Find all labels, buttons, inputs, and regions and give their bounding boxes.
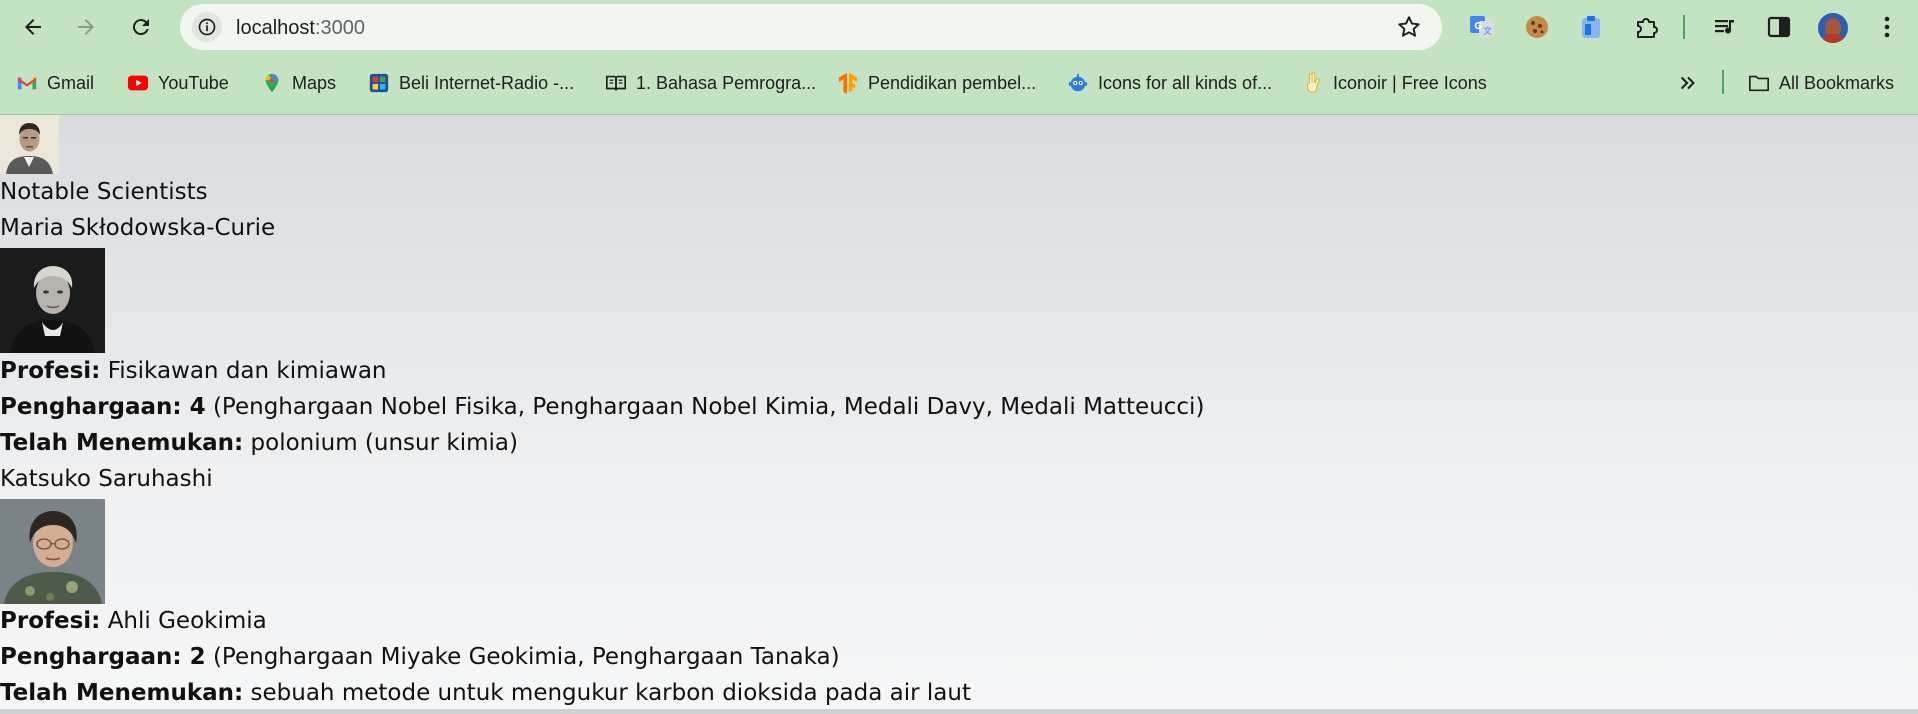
arrow-left-icon xyxy=(25,19,41,35)
address-bar[interactable]: localhost:3000 xyxy=(180,4,1442,50)
url-host: localhost xyxy=(236,17,315,39)
reload-icon xyxy=(132,19,149,36)
discovery-value: sebuah metode untuk mengukur karbon diok… xyxy=(250,680,971,706)
google-translate-icon[interactable]: G文 xyxy=(1467,12,1497,42)
profession-value: Fisikawan dan kimiawan xyxy=(107,358,387,384)
bookmark-icons-all-kinds[interactable]: Icons for all kinds of... xyxy=(1067,66,1272,100)
profession-label: Profesi: xyxy=(0,358,101,384)
awards-value: (Penghargaan Miyake Geokimia, Penghargaa… xyxy=(212,644,840,670)
bookmark-label: Beli Internet-Radio -... xyxy=(399,72,575,93)
bookmark-star-icon[interactable] xyxy=(1396,14,1422,40)
discovery-label: Telah Menemukan: xyxy=(0,430,244,456)
profession-value: Ahli Geokimia xyxy=(107,608,267,634)
gmail-icon xyxy=(17,77,37,90)
awards-label: Penghargaan: 2 xyxy=(0,644,206,670)
profession-label: Profesi: xyxy=(0,608,101,634)
peace-hand-icon xyxy=(1306,72,1320,93)
bookmark-iconoir[interactable]: Iconoir | Free Icons xyxy=(1302,66,1487,100)
discovery-row: Telah Menemukan: sebuah metode untuk men… xyxy=(0,680,971,706)
url-port: :3000 xyxy=(314,17,365,39)
robot-icon xyxy=(1068,73,1088,92)
all-bookmarks-label: All Bookmarks xyxy=(1779,72,1895,93)
extensions-puzzle-icon[interactable] xyxy=(1631,12,1661,42)
profession-row: Profesi: Fisikawan dan kimiawan xyxy=(0,358,387,384)
youtube-icon xyxy=(127,75,149,91)
bookmark-maps[interactable]: Maps xyxy=(261,66,336,100)
bookmark-label: 1. Bahasa Pemrogra... xyxy=(636,72,817,93)
double-chevron-right-icon xyxy=(1680,76,1695,90)
url-text[interactable]: localhost:3000 xyxy=(236,17,365,40)
header-avatar-photo xyxy=(0,115,59,174)
bookmark-bahasa-pemrograman[interactable]: 1. Bahasa Pemrogra... xyxy=(605,66,816,100)
back-button[interactable] xyxy=(13,7,53,47)
bookmark-label: Iconoir | Free Icons xyxy=(1333,72,1487,93)
page-heading: Notable Scientists xyxy=(0,179,208,205)
forward-button[interactable] xyxy=(66,7,106,47)
discovery-label: Telah Menemukan: xyxy=(0,680,244,706)
bookmark-label: Icons for all kinds of... xyxy=(1098,72,1273,93)
arrow-right-icon xyxy=(78,19,94,35)
scientist-name: Katsuko Saruhashi xyxy=(0,466,213,492)
toolbar-divider xyxy=(1683,15,1685,39)
bookmark-label: Pendidikan pembel... xyxy=(868,72,1037,93)
bookmarks-overflow-button[interactable] xyxy=(1677,66,1699,100)
bookmark-pendidikan[interactable]: Pendidikan pembel... xyxy=(837,66,1036,100)
awards-label: Penghargaan: 4 xyxy=(0,394,206,420)
all-bookmarks-button[interactable]: All Bookmarks xyxy=(1748,66,1894,100)
profession-row: Profesi: Ahli Geokimia xyxy=(0,608,267,634)
bookmarks-bar: Gmail YouTube Maps Beli Internet-Radio -… xyxy=(0,54,1918,115)
awards-value: (Penghargaan Nobel Fisika, Penghargaan N… xyxy=(212,394,1205,420)
maps-icon xyxy=(265,73,279,93)
profile-avatar[interactable] xyxy=(1818,13,1848,43)
bookmark-label: YouTube xyxy=(158,72,229,93)
more-menu-icon[interactable] xyxy=(1872,12,1902,42)
bookmarks-divider xyxy=(1722,70,1724,94)
book-icon xyxy=(606,75,626,91)
bookmark-youtube[interactable]: YouTube xyxy=(127,66,229,100)
horizontal-scrollbar[interactable] xyxy=(0,709,1918,714)
scientist-name: Maria Skłodowska-Curie xyxy=(0,215,276,241)
folder-icon xyxy=(1749,75,1769,92)
bookmark-label: Gmail xyxy=(47,72,95,93)
svg-text:文: 文 xyxy=(1483,25,1492,37)
radio-store-icon xyxy=(369,73,389,93)
clipboard-extension-icon[interactable] xyxy=(1576,12,1606,42)
bookmark-label: Maps xyxy=(292,72,337,93)
awards-row: Penghargaan: 4 (Penghargaan Nobel Fisika… xyxy=(0,394,1204,420)
scientist-photo xyxy=(0,248,105,353)
browser-toolbar: localhost:3000 G文 xyxy=(0,0,1918,54)
side-panel-icon[interactable] xyxy=(1764,12,1794,42)
discovery-value: polonium (unsur kimia) xyxy=(250,430,518,456)
page-content: Notable Scientists Maria Skłodowska-Curi… xyxy=(0,115,1918,714)
discovery-row: Telah Menemukan: polonium (unsur kimia) xyxy=(0,430,518,456)
svg-text:G: G xyxy=(1474,21,1482,32)
reload-button[interactable] xyxy=(121,7,161,47)
bookmark-internet-radio[interactable]: Beli Internet-Radio -... xyxy=(368,66,574,100)
scientist-photo xyxy=(0,499,105,604)
site-info-icon[interactable] xyxy=(192,12,222,42)
media-queue-icon[interactable] xyxy=(1710,12,1740,42)
bookmark-gmail[interactable]: Gmail xyxy=(16,66,94,100)
cookie-icon[interactable] xyxy=(1522,12,1552,42)
tensorflow-icon xyxy=(838,72,858,94)
awards-row: Penghargaan: 2 (Penghargaan Miyake Geoki… xyxy=(0,644,840,670)
